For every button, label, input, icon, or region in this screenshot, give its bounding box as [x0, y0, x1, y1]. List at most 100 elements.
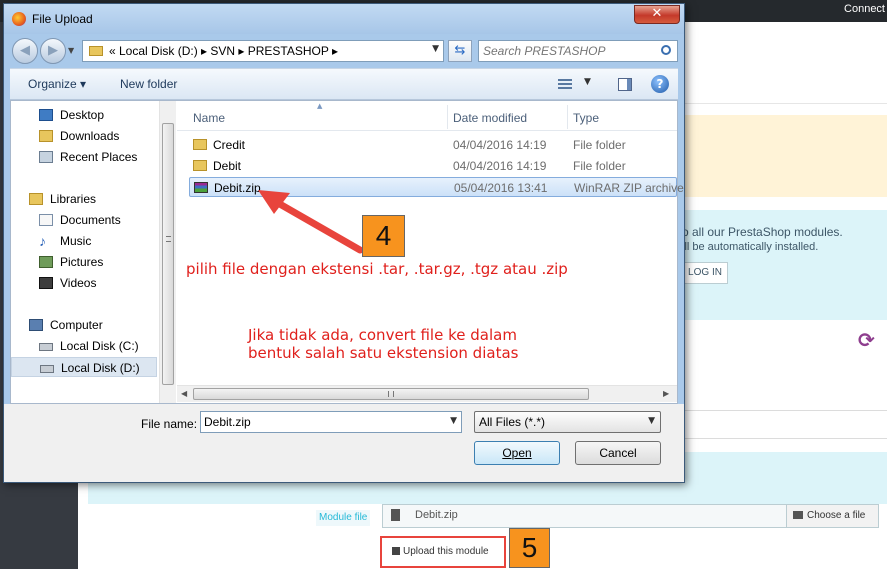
help-icon[interactable]: ?	[651, 75, 669, 93]
file-row[interactable]: Debit.zip 05/04/2016 13:41 WinRAR ZIP arch…	[189, 177, 684, 197]
column-separator[interactable]	[567, 105, 568, 129]
scrollbar-thumb[interactable]	[193, 388, 589, 400]
nav-item-label: Music	[60, 234, 92, 248]
preview-pane-icon[interactable]	[618, 78, 632, 91]
module-file-label: Module file	[316, 510, 371, 526]
nav-item[interactable]: Recent Places	[11, 147, 157, 167]
navigation-pane: Desktop Downloads Recent Places Libraries Do…	[11, 101, 159, 403]
file-type: File folder	[573, 138, 626, 152]
address-path: « Local Disk (D:) ▸ SVN ▸ PRESTASHOP ▸	[109, 44, 339, 58]
file-name-input[interactable]	[204, 414, 434, 430]
annotation-convert-line: Jika tidak ada, convert file ke dalam	[248, 326, 517, 344]
nav-item-label: Desktop	[60, 108, 105, 122]
sort-ascending-icon: ▲	[317, 102, 323, 110]
module-file-value: Debit.zip	[415, 509, 458, 521]
column-separator[interactable]	[447, 105, 448, 129]
documents-icon	[39, 214, 53, 226]
nav-item[interactable]: Documents	[11, 210, 157, 230]
nav-item[interactable]: Local Disk (D:)	[11, 357, 157, 377]
nav-item[interactable]: Videos	[11, 273, 157, 293]
column-date-modified[interactable]: Date modified	[453, 111, 527, 125]
views-icon[interactable]	[558, 79, 572, 91]
dialog-toolbar: Organize ▾ New folder ▼ ?	[10, 68, 678, 100]
file-row[interactable]: Credit 04/04/2016 14:19 File folder	[189, 135, 677, 155]
back-button[interactable]: ◀	[12, 38, 38, 64]
pictures-icon	[39, 256, 53, 268]
organize-button[interactable]: Organize ▾	[28, 77, 86, 91]
scrollbar-thumb[interactable]	[162, 123, 174, 385]
nav-item[interactable]: Downloads	[11, 126, 157, 146]
chevron-down-icon[interactable]: ▼	[432, 44, 439, 54]
nav-item[interactable]: Computer	[11, 315, 157, 335]
videos-icon	[39, 277, 53, 289]
step-badge-5: 5	[509, 528, 550, 568]
login-button[interactable]: LOG IN	[682, 262, 728, 284]
file-name-combobox[interactable]: ▼	[200, 411, 462, 433]
column-headers: ▲ Name Date modified Type	[177, 101, 677, 131]
annotation-convert-line: bentuk salah satu ekstension diatas	[248, 344, 519, 362]
module-file-field[interactable]: Debit.zip	[382, 504, 787, 528]
column-type[interactable]: Type	[573, 111, 599, 125]
forward-button[interactable]: ▶	[40, 38, 66, 64]
dialog-titlebar[interactable]: File Upload ✕	[4, 4, 684, 34]
refresh-button[interactable]: ⇆	[448, 40, 472, 62]
search-icon	[661, 45, 671, 55]
file-row[interactable]: Debit 04/04/2016 14:19 File folder	[189, 156, 677, 176]
folder-icon	[193, 160, 207, 171]
dialog-footer: File name: ▼ All Files (*.*) ▼ Open Canc…	[4, 404, 684, 482]
disk-icon	[40, 365, 54, 373]
nav-item-label: Local Disk (D:)	[61, 361, 140, 375]
nav-item[interactable]: Pictures	[11, 252, 157, 272]
choose-file-button[interactable]: Choose a file	[786, 504, 879, 528]
folder-icon	[89, 46, 103, 56]
file-date-modified: 05/04/2016 13:41	[454, 181, 548, 195]
file-name-label: File name:	[141, 417, 198, 431]
scrollbar-grip	[166, 236, 171, 242]
navigation-scrollbar[interactable]	[159, 101, 176, 403]
file-type-select[interactable]: All Files (*.*) ▼	[474, 411, 661, 433]
column-name[interactable]: Name	[193, 111, 225, 125]
firefox-icon	[12, 12, 26, 26]
nav-item-label: Local Disk (C:)	[60, 339, 139, 353]
nav-item[interactable]: ♪ Music	[11, 231, 157, 251]
nav-item[interactable]: Libraries	[11, 189, 157, 209]
nav-item[interactable]: Local Disk (C:)	[11, 336, 157, 356]
file-name: Debit	[213, 159, 242, 173]
nav-item-label: Computer	[50, 318, 103, 332]
nav-item[interactable]: Desktop	[11, 105, 157, 125]
upload-module-label: Upload this module	[403, 546, 489, 557]
annotation-extensions-note: pilih file dengan ekstensi .tar, .tar.gz…	[186, 260, 568, 278]
upload-module-button[interactable]: Upload this module	[386, 542, 500, 562]
nav-item-label: Documents	[60, 213, 121, 227]
search-input[interactable]	[483, 43, 653, 59]
search-box[interactable]	[478, 40, 678, 62]
nav-item-label: Pictures	[60, 255, 104, 269]
chevron-down-icon[interactable]: ▼	[648, 416, 655, 426]
addons-banner-subtext: ill be automatically installed.	[682, 241, 819, 253]
connect-link[interactable]: Connect	[844, 3, 885, 15]
chevron-down-icon[interactable]: ▼	[584, 77, 591, 87]
scroll-right-icon[interactable]: ▶	[663, 389, 669, 398]
chevron-down-icon[interactable]: ▼	[450, 416, 457, 426]
cancel-button[interactable]: Cancel	[575, 441, 661, 465]
step-badge-4: 4	[362, 215, 405, 257]
recent-locations-dropdown[interactable]: ▼	[68, 46, 78, 55]
nav-item-label: Downloads	[60, 129, 120, 143]
refresh-icon[interactable]: ⟳	[858, 328, 875, 352]
file-type: WinRAR ZIP archive	[574, 181, 684, 195]
recent-places-icon	[39, 151, 53, 163]
dialog-title: File Upload	[32, 12, 93, 26]
upload-icon	[392, 547, 400, 555]
music-icon: ♪	[39, 233, 46, 249]
libraries-icon	[29, 193, 43, 205]
address-bar[interactable]: « Local Disk (D:) ▸ SVN ▸ PRESTASHOP ▸ ▼	[82, 40, 444, 62]
navigation-bar: ◀ ▶ ▼ « Local Disk (D:) ▸ SVN ▸ PRESTASH…	[4, 34, 684, 68]
zip-icon	[194, 182, 208, 193]
scroll-left-icon[interactable]: ◀	[181, 389, 187, 398]
new-folder-button[interactable]: New folder	[120, 77, 177, 91]
open-button[interactable]: Open	[474, 441, 560, 465]
computer-icon	[29, 319, 43, 331]
downloads-icon	[39, 130, 53, 142]
close-button[interactable]: ✕	[634, 5, 680, 24]
horizontal-scrollbar[interactable]: ◀ ▶	[177, 385, 677, 402]
